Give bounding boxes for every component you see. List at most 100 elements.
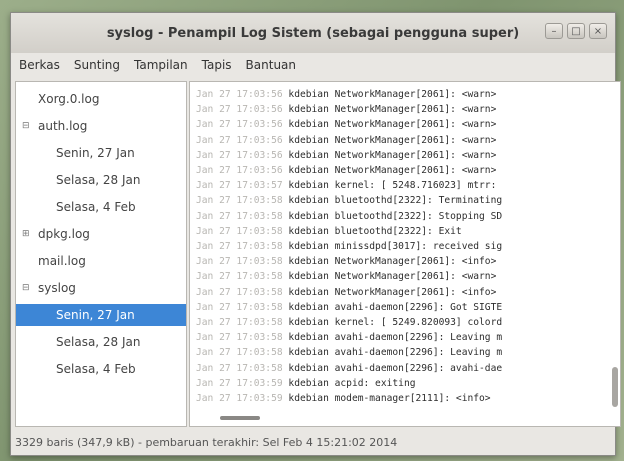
sidebar-item[interactable]: Xorg.0.log <box>16 88 186 110</box>
close-button[interactable]: × <box>589 23 607 39</box>
log-message: kdebian NetworkManager[2061]: <warn> <box>288 165 497 176</box>
log-timestamp: Jan 27 17:03:56 <box>196 89 283 100</box>
sidebar-item-label: dpkg.log <box>38 227 90 241</box>
log-timestamp: Jan 27 17:03:58 <box>196 286 283 298</box>
log-message: kdebian acpid: exiting <box>288 377 416 389</box>
log-timestamp: Jan 27 17:03:56 <box>196 119 283 131</box>
log-timestamp: Jan 27 17:03:58 <box>196 225 283 237</box>
sidebar-item-label: Selasa, 28 Jan <box>56 173 141 187</box>
log-line[interactable]: Jan 27 17:03:56 kdebian NetworkManager[2… <box>196 149 496 162</box>
menu-bantuan[interactable]: Bantuan <box>246 58 296 72</box>
sidebar-item-label: mail.log <box>38 254 86 268</box>
log-timestamp: Jan 27 17:03:59 <box>196 393 283 404</box>
log-line[interactable]: Jan 27 17:03:58 kdebian NetworkManager[2… <box>196 286 496 299</box>
log-content-view[interactable]: Jan 27 17:03:56 kdebian NetworkManager[2… <box>189 81 621 427</box>
log-timestamp: Jan 27 17:03:57 <box>196 180 283 192</box>
sidebar-item[interactable]: ⊟ syslog <box>16 277 186 299</box>
sidebar-item-label: syslog <box>38 281 76 295</box>
log-timestamp: Jan 27 17:03:56 <box>196 134 283 146</box>
log-line[interactable]: Jan 27 17:03:56 kdebian NetworkManager[2… <box>196 118 496 131</box>
menu-tapis[interactable]: Tapis <box>202 58 232 72</box>
log-viewer-window: syslog - Penampil Log Sistem (sebagai pe… <box>10 12 621 456</box>
log-line[interactable]: Jan 27 17:03:58 kdebian avahi-daemon[229… <box>196 301 502 314</box>
expand-icon[interactable]: ⊞ <box>22 229 32 239</box>
log-message: kdebian NetworkManager[2061]: <warn> <box>288 89 497 100</box>
log-message: kdebian NetworkManager[2061]: <warn> <box>288 104 497 116</box>
collapse-icon[interactable]: ⊟ <box>22 121 32 131</box>
log-message: kdebian kernel: [ 5248.716023] mtrr: <box>288 180 497 192</box>
log-message: kdebian bluetoothd[2322]: Stopping SD <box>288 210 503 222</box>
sidebar-item[interactable]: Selasa, 28 Jan <box>16 331 186 353</box>
log-line[interactable]: Jan 27 17:03:56 kdebian NetworkManager[2… <box>196 103 496 116</box>
sidebar-item[interactable]: Selasa, 28 Jan <box>16 169 186 191</box>
log-timestamp: Jan 27 17:03:58 <box>196 332 283 344</box>
log-line[interactable]: Jan 27 17:03:56 kdebian NetworkManager[2… <box>196 88 496 101</box>
sidebar-item-label: Selasa, 4 Feb <box>56 362 136 376</box>
horizontal-scrollbar-thumb[interactable] <box>220 416 260 420</box>
log-timestamp: Jan 27 17:03:58 <box>196 241 283 252</box>
log-timestamp: Jan 27 17:03:56 <box>196 165 283 176</box>
log-message: kdebian NetworkManager[2061]: <warn> <box>288 119 497 131</box>
sidebar-item-label: Selasa, 4 Feb <box>56 200 136 214</box>
log-line[interactable]: Jan 27 17:03:58 kdebian NetworkManager[2… <box>196 270 496 283</box>
sidebar-item-label: Xorg.0.log <box>38 92 100 106</box>
log-line[interactable]: Jan 27 17:03:59 kdebian acpid: exiting <box>196 377 416 390</box>
log-line[interactable]: Jan 27 17:03:58 kdebian bluetoothd[2322]… <box>196 225 462 238</box>
vertical-scrollbar[interactable] <box>612 86 618 422</box>
log-line[interactable]: Jan 27 17:03:58 kdebian bluetoothd[2322]… <box>196 210 502 223</box>
title-bar[interactable]: syslog - Penampil Log Sistem (sebagai pe… <box>11 13 615 53</box>
log-line[interactable]: Jan 27 17:03:58 kdebian kernel: [ 5249.8… <box>196 316 502 329</box>
log-line[interactable]: Jan 27 17:03:56 kdebian NetworkManager[2… <box>196 134 496 147</box>
log-line[interactable]: Jan 27 17:03:56 kdebian NetworkManager[2… <box>196 164 496 177</box>
log-message: kdebian avahi-daemon[2296]: Got SIGTE <box>288 301 503 313</box>
minimize-button[interactable]: – <box>545 23 563 39</box>
log-message: kdebian NetworkManager[2061]: <warn> <box>288 149 497 161</box>
sidebar-item[interactable]: ⊞ dpkg.log <box>16 223 186 245</box>
log-timestamp: Jan 27 17:03:58 <box>196 271 283 283</box>
log-timestamp: Jan 27 17:03:58 <box>196 256 283 268</box>
log-line[interactable]: Jan 27 17:03:58 kdebian NetworkManager[2… <box>196 255 496 268</box>
log-line[interactable]: Jan 27 17:03:58 kdebian avahi-daemon[229… <box>196 331 502 344</box>
menu-sunting[interactable]: Sunting <box>74 58 120 72</box>
log-message: kdebian modem-manager[2111]: <info> <box>288 393 491 404</box>
menu-bar: Berkas Sunting Tampilan Tapis Bantuan <box>11 53 615 77</box>
log-message: kdebian minissdpd[3017]: received sig <box>288 241 503 252</box>
maximize-button[interactable]: □ <box>567 23 585 39</box>
sidebar-item-label: auth.log <box>38 119 88 133</box>
log-message: kdebian avahi-daemon[2296]: Leaving m <box>288 347 503 359</box>
log-line[interactable]: Jan 27 17:03:58 kdebian avahi-daemon[229… <box>196 346 502 359</box>
log-message: kdebian bluetoothd[2322]: Terminating <box>288 195 503 207</box>
menu-berkas[interactable]: Berkas <box>19 58 60 72</box>
log-message: kdebian NetworkManager[2061]: <warn> <box>288 271 497 283</box>
sidebar-item[interactable]: Selasa, 4 Feb <box>16 358 186 380</box>
log-line[interactable]: Jan 27 17:03:58 kdebian bluetoothd[2322]… <box>196 194 502 207</box>
log-timestamp: Jan 27 17:03:56 <box>196 149 283 161</box>
sidebar-item[interactable]: Senin, 27 Jan <box>16 142 186 164</box>
status-bar: 3329 baris (347,9 kB) - pembaruan terakh… <box>11 431 615 453</box>
log-line[interactable]: Jan 27 17:03:58 kdebian minissdpd[3017]:… <box>196 240 502 253</box>
log-line[interactable]: Jan 27 17:03:59 kdebian modem-manager[21… <box>196 392 491 405</box>
log-line[interactable]: Jan 27 17:03:57 kdebian kernel: [ 5248.7… <box>196 179 496 192</box>
sidebar-item[interactable]: Selasa, 4 Feb <box>16 196 186 218</box>
log-line[interactable]: Jan 27 17:03:58 kdebian avahi-daemon[229… <box>196 362 502 375</box>
log-file-tree: Xorg.0.log ⊟ auth.log Senin, 27 Jan Selasa, … <box>15 81 187 427</box>
window-controls: – □ × <box>545 23 607 39</box>
vertical-scrollbar-thumb[interactable] <box>612 367 618 407</box>
log-message: kdebian avahi-daemon[2296]: avahi-dae <box>288 362 503 374</box>
log-message: kdebian bluetoothd[2322]: Exit <box>288 225 462 237</box>
sidebar-item[interactable]: mail.log <box>16 250 186 272</box>
log-timestamp: Jan 27 17:03:56 <box>196 104 283 116</box>
collapse-icon[interactable]: ⊟ <box>22 283 32 293</box>
menu-tampilan[interactable]: Tampilan <box>134 58 188 72</box>
window-title: syslog - Penampil Log Sistem (sebagai pe… <box>106 25 520 41</box>
sidebar-item-label: Senin, 27 Jan <box>56 308 135 322</box>
log-message: kdebian NetworkManager[2061]: <info> <box>288 286 497 298</box>
log-message: kdebian avahi-daemon[2296]: Leaving m <box>288 332 503 344</box>
log-timestamp: Jan 27 17:03:58 <box>196 347 283 359</box>
sidebar-item[interactable]: Senin, 27 Jan <box>16 304 186 326</box>
sidebar-item[interactable]: ⊟ auth.log <box>16 115 186 137</box>
log-message: kdebian NetworkManager[2061]: <info> <box>288 256 497 268</box>
log-timestamp: Jan 27 17:03:58 <box>196 210 283 222</box>
log-timestamp: Jan 27 17:03:58 <box>196 195 283 207</box>
log-message: kdebian NetworkManager[2061]: <warn> <box>288 134 497 146</box>
